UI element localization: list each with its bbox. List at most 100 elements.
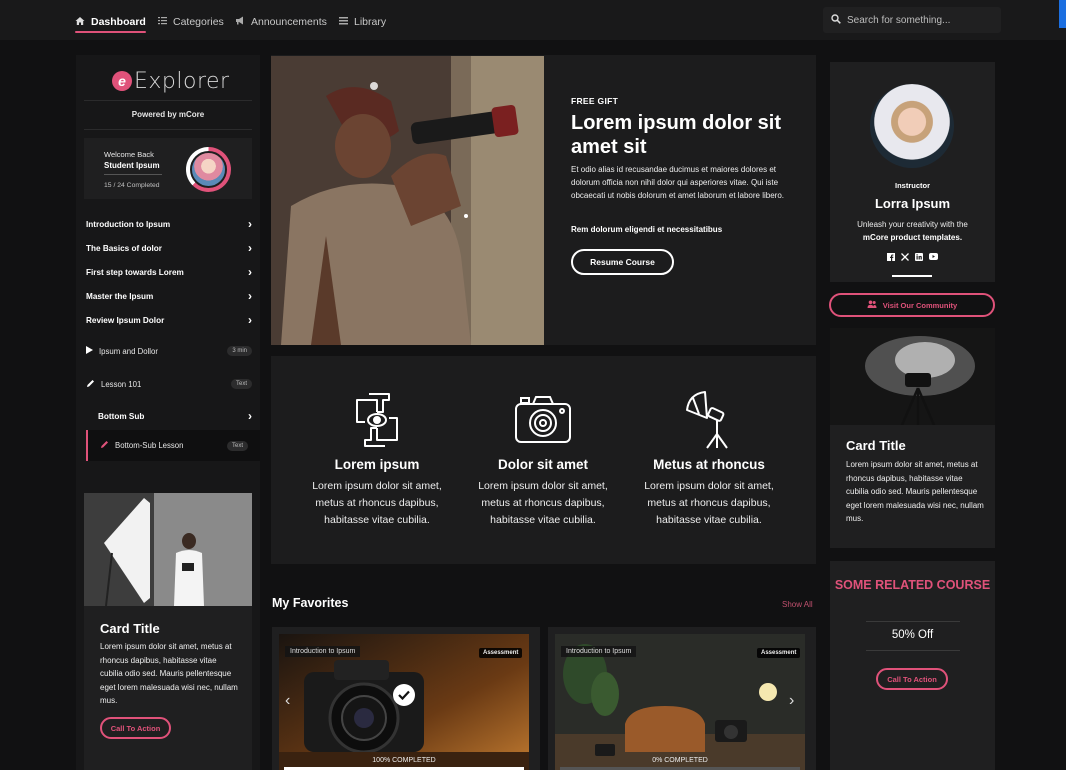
- lesson-item[interactable]: Ipsum and Dollor 3 min: [86, 343, 252, 359]
- app-logo[interactable]: e Explorer: [112, 67, 230, 95]
- feature-item: Lorem ipsum Lorem ipsum dolor sit amet, …: [297, 356, 457, 564]
- sidebar-item-introduction[interactable]: Introduction to Ipsum ›: [86, 216, 252, 232]
- instructor-role: Instructor: [894, 181, 930, 190]
- visit-community-button[interactable]: Visit Our Community: [829, 293, 995, 317]
- course-sidebar: e Explorer Powered by mCore Welcome Back…: [76, 55, 260, 770]
- sidebar-item-first-step[interactable]: First step towards Lorem ›: [86, 264, 252, 280]
- nav-library[interactable]: Library: [339, 14, 386, 30]
- top-navbar: Dashboard Categories Announcements Libra…: [0, 0, 1066, 40]
- card-title: Card Title: [846, 438, 906, 453]
- logo-mark: e: [112, 71, 132, 91]
- instructor-bio-line: Unleash your creativity with the: [857, 220, 968, 229]
- sidebar-item-label: Review Ipsum Dolor: [86, 315, 165, 325]
- nav-library-label: Library: [354, 16, 387, 28]
- studio-umbrella-icon: [686, 391, 728, 449]
- lesson-item-active[interactable]: Bottom-Sub Lesson Text: [86, 430, 260, 461]
- show-all-link[interactable]: Show All: [782, 600, 813, 609]
- sidebar-item-label: Bottom Sub: [98, 411, 145, 421]
- favorite-course-card[interactable]: Introduction to Ipsum Assessment › 0% CO…: [548, 627, 816, 770]
- nav-announcements[interactable]: Announcements: [235, 14, 327, 30]
- student-avatar[interactable]: [190, 151, 227, 188]
- discount-text: 50% Off: [891, 629, 934, 641]
- camera-product-image: Introduction to Ipsum Assessment ‹ 100% …: [279, 634, 529, 770]
- x-twitter-icon[interactable]: [901, 253, 909, 263]
- social-links: [830, 253, 995, 263]
- edge-tab[interactable]: [1059, 0, 1066, 28]
- search-box[interactable]: Search for something...: [823, 7, 1001, 33]
- sidebar-item-bottom-sub[interactable]: Bottom Sub ›: [98, 408, 252, 424]
- pencil-icon: [86, 379, 95, 390]
- call-to-action-button[interactable]: Call To Action: [876, 668, 948, 690]
- progress-label: 100% COMPLETED: [372, 757, 436, 764]
- related-course-title: SOME RELATED COURSE: [834, 578, 991, 592]
- card-text: Lorem ipsum dolor sit amet, metus at rho…: [100, 642, 238, 705]
- instructor-name: Lorra Ipsum: [874, 196, 951, 211]
- sidebar-item-review[interactable]: Review Ipsum Dolor ›: [86, 312, 252, 328]
- youtube-icon[interactable]: [929, 253, 938, 263]
- nav-dashboard-label: Dashboard: [91, 16, 146, 28]
- lesson-label: Ipsum and Dollor: [99, 346, 158, 356]
- hero-eyebrow: FREE GIFT: [571, 96, 619, 106]
- divider: [104, 174, 162, 175]
- pencil-icon: [100, 440, 109, 451]
- frame-hands-icon: [356, 393, 398, 447]
- progress-ring: [186, 147, 231, 192]
- play-icon: [86, 346, 93, 356]
- megaphone-icon: [235, 16, 245, 28]
- duration-badge: 3 min: [227, 346, 252, 356]
- divider: [866, 621, 960, 622]
- student-name: Student Ipsum: [104, 161, 160, 170]
- chevron-right-icon: ›: [248, 313, 252, 327]
- sidebar-item-master[interactable]: Master the Ipsum ›: [86, 288, 252, 304]
- type-badge: Assessment: [479, 648, 523, 658]
- sidebar-item-label: Master the Ipsum: [86, 291, 154, 301]
- nav-dashboard[interactable]: Dashboard: [75, 14, 146, 33]
- related-course-card: SOME RELATED COURSE 50% Off Call To Acti…: [830, 561, 995, 770]
- chevron-right-icon: ›: [248, 217, 252, 231]
- feature-item: Dolor sit amet Lorem ipsum dolor sit ame…: [463, 356, 623, 564]
- powered-by-text: Powered by mCore: [131, 110, 205, 119]
- carousel-next-icon[interactable]: ›: [789, 692, 794, 710]
- instructor-avatar[interactable]: [870, 84, 954, 168]
- hero-photographer-image: [271, 56, 544, 345]
- call-to-action-button[interactable]: Call To Action: [100, 717, 171, 739]
- resume-course-button[interactable]: Resume Course: [571, 249, 674, 275]
- feature-title: Metus at rhoncus: [653, 457, 765, 472]
- nav-categories[interactable]: Categories: [158, 14, 224, 30]
- linkedin-icon[interactable]: [915, 253, 923, 263]
- active-nav-indicator: [75, 31, 146, 33]
- feature-text: Lorem ipsum dolor sit amet, metus at rho…: [478, 480, 608, 526]
- divider: [892, 275, 932, 277]
- hero-body: Et odio alias id recusandae ducimus et m…: [571, 165, 785, 200]
- search-input[interactable]: Search for something...: [847, 15, 950, 26]
- card-title: Card Title: [100, 621, 160, 636]
- favorites-heading: My Favorites: [272, 596, 349, 610]
- lesson-item[interactable]: Lesson 101 Text: [86, 376, 252, 392]
- photographer-studio-image: [84, 493, 252, 606]
- completed-check-icon: [393, 684, 415, 706]
- favorite-course-card[interactable]: Introduction to Ipsum Assessment ‹ 100% …: [272, 627, 540, 770]
- library-icon: [339, 16, 348, 28]
- features-panel: Lorem ipsum Lorem ipsum dolor sit amet, …: [271, 356, 816, 564]
- chevron-right-icon: ›: [248, 409, 252, 423]
- welcome-greeting: Welcome Back: [104, 150, 154, 159]
- chevron-right-icon: ›: [248, 289, 252, 303]
- feature-text: Lorem ipsum dolor sit amet, metus at rho…: [644, 480, 774, 526]
- nav-announcements-label: Announcements: [251, 16, 327, 28]
- sidebar-item-basics[interactable]: The Basics of dolor ›: [86, 240, 252, 256]
- divider: [866, 650, 960, 651]
- facebook-icon[interactable]: [887, 253, 895, 263]
- feature-item: Metus at rhoncus Lorem ipsum dolor sit a…: [629, 356, 789, 564]
- type-badge: Assessment: [757, 648, 801, 658]
- search-icon: [831, 13, 841, 27]
- promo-card: Card Title Lorem ipsum dolor sit amet, m…: [830, 328, 995, 548]
- carousel-prev-icon[interactable]: ‹: [285, 692, 290, 710]
- feature-title: Lorem ipsum: [334, 457, 420, 472]
- list-icon: [158, 16, 167, 28]
- instructor-card: Instructor Lorra Ipsum Unleash your crea…: [830, 62, 995, 282]
- instructor-bio: Unleash your creativity with the mCore p…: [840, 218, 985, 244]
- users-icon: [867, 300, 877, 310]
- lesson-label: Bottom-Sub Lesson: [115, 441, 184, 450]
- promo-card: Card Title Lorem ipsum dolor sit amet, m…: [84, 493, 252, 770]
- nav-categories-label: Categories: [173, 16, 224, 28]
